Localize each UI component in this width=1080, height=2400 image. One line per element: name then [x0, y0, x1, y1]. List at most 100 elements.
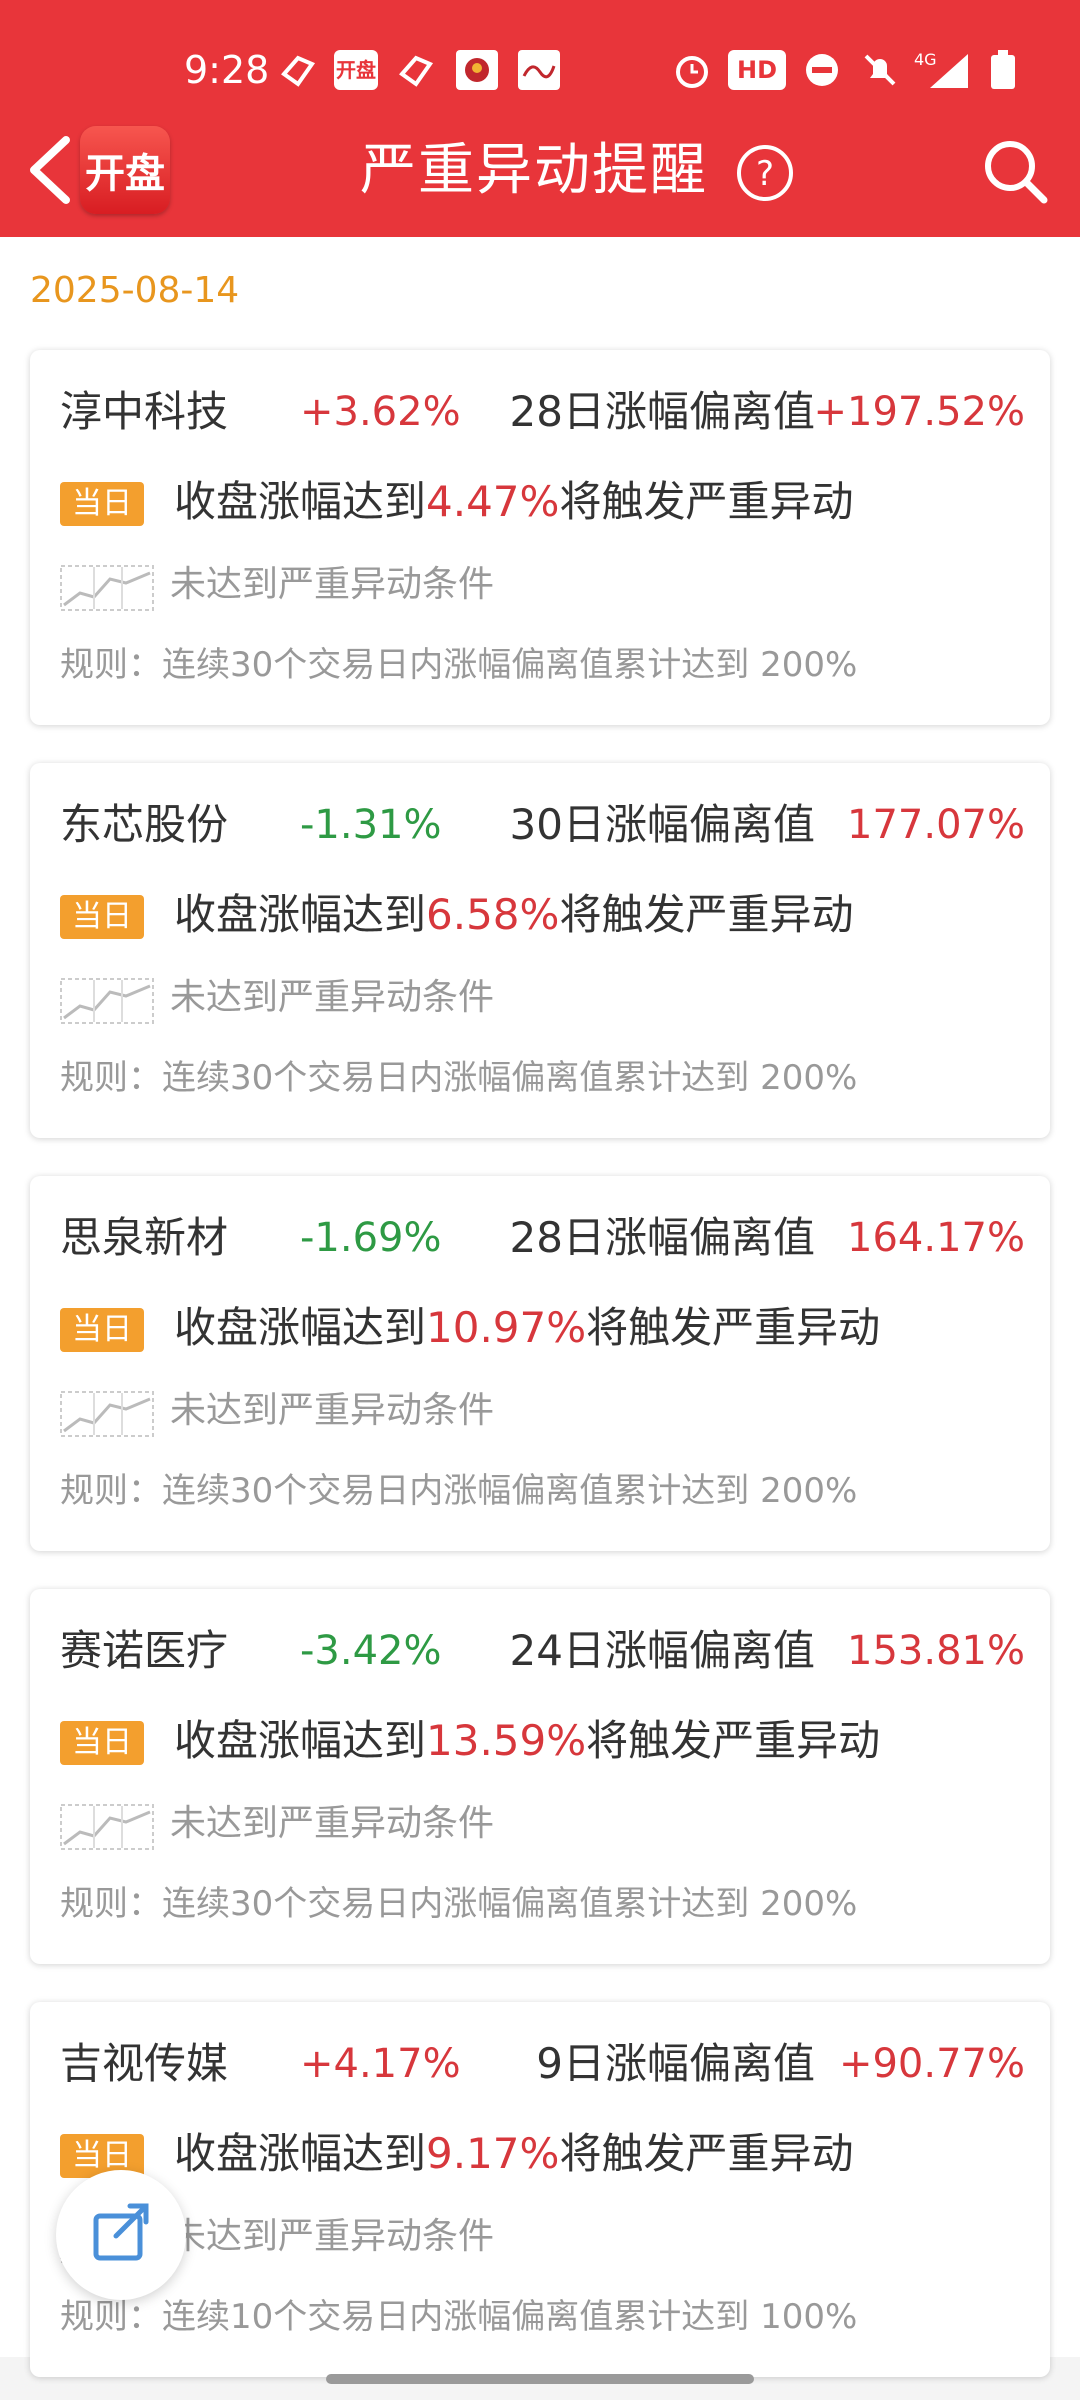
condition-status: 未达到严重异动条件 [170, 564, 495, 605]
share-button[interactable] [56, 2170, 186, 2300]
trigger-percent: 9.17% [426, 2129, 560, 2178]
share-edit-icon [93, 2203, 149, 2261]
alert-card[interactable]: 赛诺医疗 -3.42% 24日涨幅偏离值 153.81% 当日 收盘涨幅达到13… [30, 1589, 1050, 1964]
chevron-left-icon[interactable] [24, 134, 74, 206]
deviation-value: 164.17% [847, 1215, 1025, 1261]
trigger-text: 收盘涨幅达到10.97%将触发严重异动 [174, 1298, 880, 1358]
trigger-percent: 6.58% [426, 890, 560, 939]
stock-name: 赛诺医疗 [60, 1626, 229, 1675]
trigger-row: 当日 收盘涨幅达到6.58%将触发严重异动 [60, 885, 1025, 945]
question-circle-icon[interactable]: ? [736, 144, 794, 202]
price-change: -1.69% [300, 1215, 442, 1261]
trigger-prefix: 收盘涨幅达到 [174, 890, 427, 939]
app-notification-icon [456, 50, 498, 90]
status-bar: 9:28 开盘 HD 4G [0, 44, 1080, 96]
trigger-prefix: 收盘涨幅达到 [174, 2129, 427, 2178]
trigger-prefix: 收盘涨幅达到 [174, 1716, 427, 1765]
trend-chart-icon [60, 1391, 154, 1437]
app-logo[interactable]: 开盘 [80, 126, 170, 214]
price-change: -1.31% [300, 802, 442, 848]
trigger-row: 当日 收盘涨幅达到10.97%将触发严重异动 [60, 1298, 1025, 1358]
alert-card[interactable]: 东芯股份 -1.31% 30日涨幅偏离值 177.07% 当日 收盘涨幅达到6.… [30, 763, 1050, 1138]
mute-icon [864, 54, 896, 86]
deviation-label: 30日涨幅偏离值 [509, 800, 815, 849]
today-tag: 当日 [60, 1308, 144, 1352]
deviation-value: +197.52% [813, 389, 1025, 435]
svg-text:?: ? [756, 154, 774, 194]
hd-icon: HD [728, 50, 786, 90]
condition-status: 未达到严重异动条件 [170, 1390, 495, 1431]
trigger-suffix: 将触发严重异动 [559, 2129, 854, 2178]
trigger-suffix: 将触发严重异动 [586, 1716, 881, 1765]
trigger-prefix: 收盘涨幅达到 [174, 477, 427, 526]
trigger-prefix: 收盘涨幅达到 [174, 1303, 427, 1352]
condition-row: 未达到严重异动条件 [60, 1799, 660, 1850]
today-tag: 当日 [60, 482, 144, 526]
trigger-percent: 10.97% [426, 1303, 587, 1352]
nav-bar: 开盘 严重异动提醒 ? [0, 120, 1080, 220]
trend-chart-icon [60, 565, 154, 611]
battery-icon [991, 50, 1015, 89]
feishu-notification-icon [281, 55, 316, 87]
trigger-suffix: 将触发严重异动 [586, 1303, 881, 1352]
trigger-text: 收盘涨幅达到6.58%将触发严重异动 [174, 885, 853, 945]
card-header: 赛诺医疗 -3.42% 24日涨幅偏离值 153.81% [60, 1621, 1025, 1681]
deviation-value: 153.81% [847, 1628, 1025, 1674]
stock-name: 东芯股份 [60, 800, 229, 849]
feishu-notification-icon-2 [399, 55, 434, 87]
deviation-value: +90.77% [838, 2041, 1025, 2087]
trigger-suffix: 将触发严重异动 [559, 890, 854, 939]
deviation-label: 28日涨幅偏离值 [509, 1213, 815, 1262]
search-icon[interactable] [980, 136, 1050, 206]
stock-name: 思泉新材 [60, 1213, 229, 1262]
rule-text: 规则：连续30个交易日内涨幅偏离值累计达到 200% [60, 1058, 858, 1098]
alert-card[interactable]: 思泉新材 -1.69% 28日涨幅偏离值 164.17% 当日 收盘涨幅达到10… [30, 1176, 1050, 1551]
signal-icon [930, 54, 968, 88]
rule-text: 规则：连续30个交易日内涨幅偏离值累计达到 200% [60, 1884, 858, 1924]
rule-text: 规则：连续30个交易日内涨幅偏离值累计达到 200% [60, 645, 858, 685]
trigger-suffix: 将触发严重异动 [559, 477, 854, 526]
trend-chart-icon [60, 978, 154, 1024]
card-header: 东芯股份 -1.31% 30日涨幅偏离值 177.07% [60, 795, 1025, 855]
condition-status: 未达到严重异动条件 [170, 2216, 495, 2257]
trigger-row: 当日 收盘涨幅达到13.59%将触发严重异动 [60, 1711, 1025, 1771]
page-title: 严重异动提醒 [360, 138, 708, 203]
stock-name: 吉视传媒 [60, 2039, 229, 2088]
app-header: 9:28 开盘 HD 4G 开盘 严重异动提醒 ? [0, 0, 1080, 237]
trigger-percent: 13.59% [426, 1716, 587, 1765]
status-time: 9:28 [184, 48, 270, 92]
trigger-text: 收盘涨幅达到9.17%将触发严重异动 [174, 2124, 853, 2184]
news-notification-icon [518, 50, 560, 90]
condition-row: 未达到严重异动条件 [60, 1386, 660, 1437]
card-header: 思泉新材 -1.69% 28日涨幅偏离值 164.17% [60, 1208, 1025, 1268]
kaipan-notification-icon: 开盘 [334, 50, 378, 90]
condition-status: 未达到严重异动条件 [170, 1803, 495, 1844]
trigger-row: 当日 收盘涨幅达到4.47%将触发严重异动 [60, 472, 1025, 532]
date-label: 2025-08-14 [30, 270, 240, 311]
alert-card[interactable]: 淳中科技 +3.62% 28日涨幅偏离值 +197.52% 当日 收盘涨幅达到4… [30, 350, 1050, 725]
condition-status: 未达到严重异动条件 [170, 977, 495, 1018]
deviation-label: 9日涨幅偏离值 [536, 2039, 815, 2088]
stock-name: 淳中科技 [60, 387, 229, 436]
trigger-row: 当日 收盘涨幅达到9.17%将触发严重异动 [60, 2124, 1025, 2184]
deviation-label: 24日涨幅偏离值 [509, 1626, 815, 1675]
price-change: +4.17% [300, 2041, 461, 2087]
card-header: 淳中科技 +3.62% 28日涨幅偏离值 +197.52% [60, 382, 1025, 442]
trigger-text: 收盘涨幅达到4.47%将触发严重异动 [174, 472, 853, 532]
card-header: 吉视传媒 +4.17% 9日涨幅偏离值 +90.77% [60, 2034, 1025, 2094]
price-change: +3.62% [300, 389, 461, 435]
do-not-disturb-icon [806, 54, 838, 86]
deviation-label: 28日涨幅偏离值 [509, 387, 815, 436]
trigger-text: 收盘涨幅达到13.59%将触发严重异动 [174, 1711, 880, 1771]
today-tag: 当日 [60, 895, 144, 939]
price-change: -3.42% [300, 1628, 442, 1674]
condition-row: 未达到严重异动条件 [60, 973, 660, 1024]
gesture-home-bar[interactable] [326, 2374, 754, 2384]
alarm-icon [676, 56, 708, 88]
trend-chart-icon [60, 1804, 154, 1850]
rule-text: 规则：连续30个交易日内涨幅偏离值累计达到 200% [60, 1471, 858, 1511]
condition-row: 未达到严重异动条件 [60, 560, 660, 611]
trigger-percent: 4.47% [426, 477, 560, 526]
deviation-value: 177.07% [847, 802, 1025, 848]
today-tag: 当日 [60, 1721, 144, 1765]
